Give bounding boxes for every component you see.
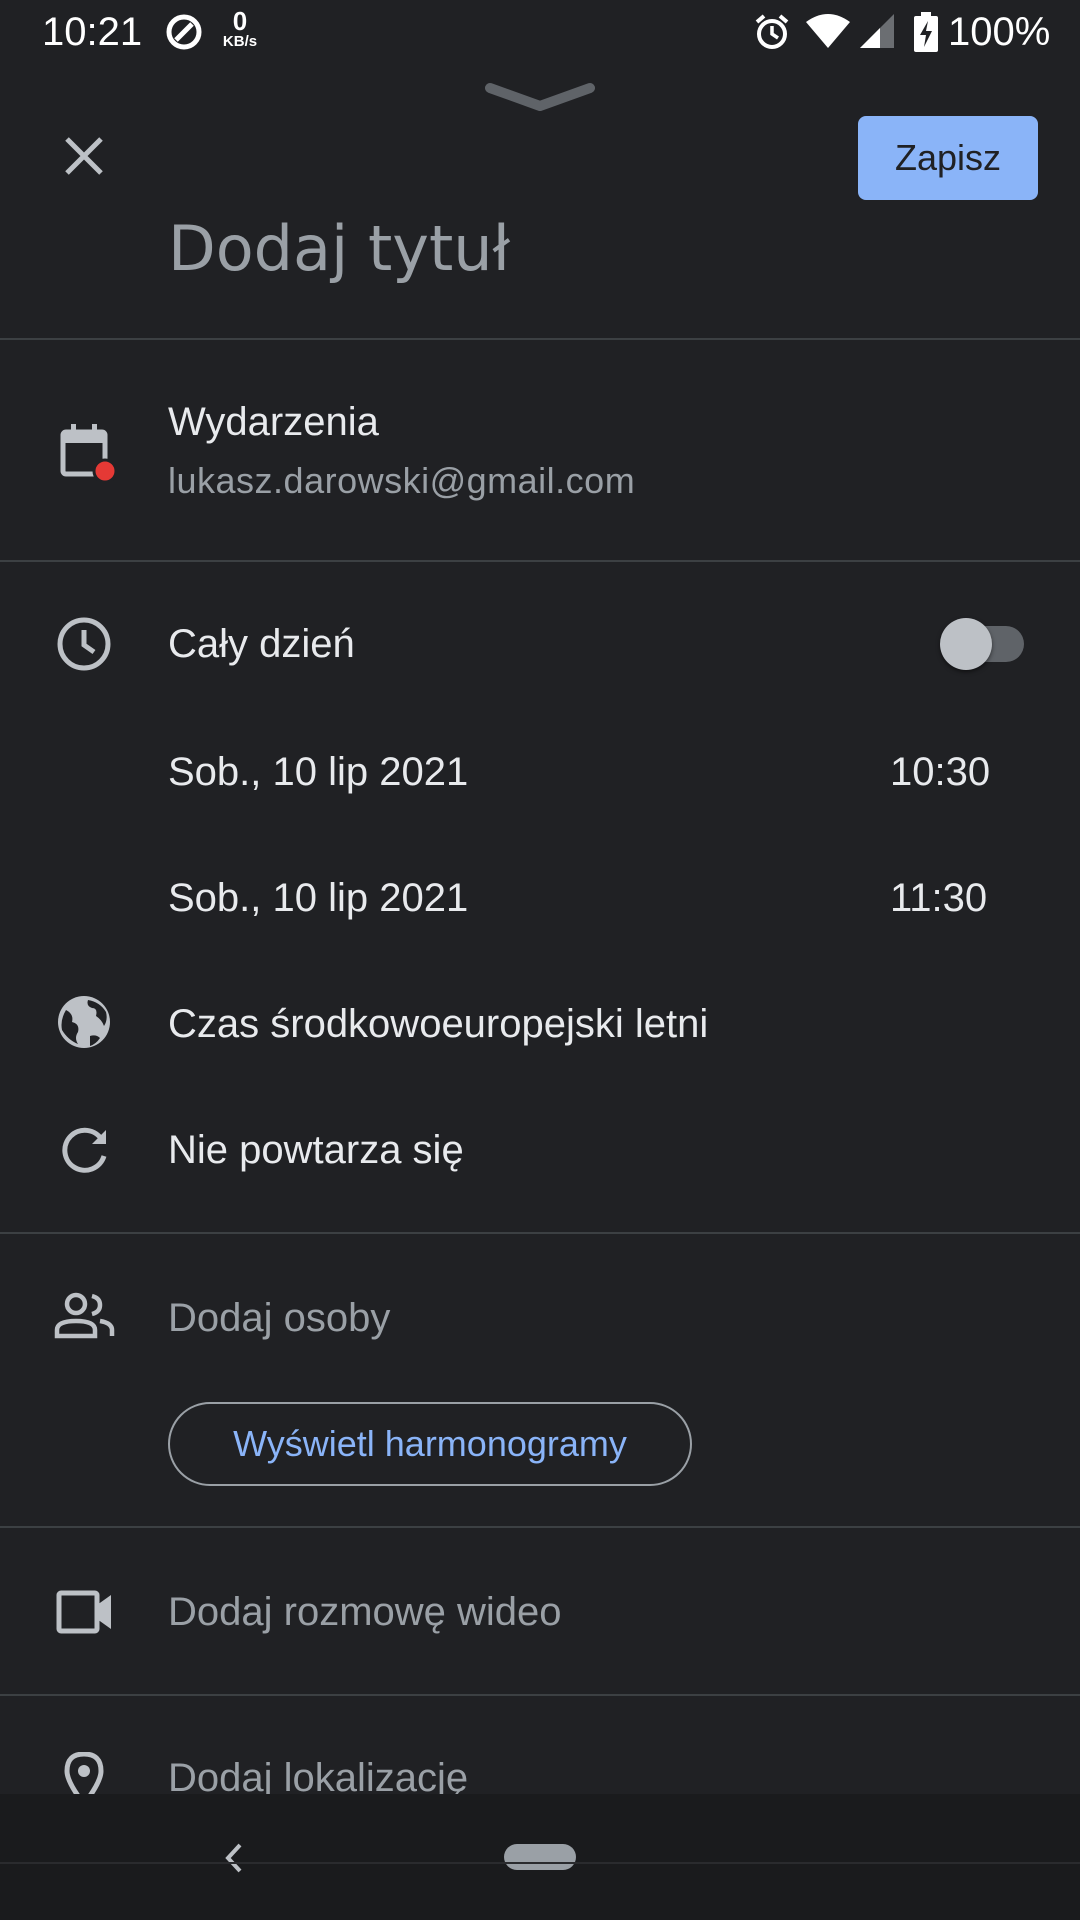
- add-location-row[interactable]: Dodaj lokalizację: [0, 1700, 1080, 1794]
- status-time: 10:21: [42, 10, 143, 54]
- divider: [0, 1694, 1080, 1696]
- start-time[interactable]: 10:30: [890, 750, 990, 795]
- all-day-row[interactable]: Cały dzień: [0, 580, 1080, 708]
- home-pill[interactable]: [504, 1844, 576, 1870]
- calendar-account: lukasz.darowski@gmail.com: [168, 460, 636, 501]
- end-date[interactable]: Sob., 10 lip 2021: [168, 876, 468, 921]
- divider: [0, 1232, 1080, 1234]
- calendar-icon: [58, 422, 120, 489]
- divider: [0, 1862, 1080, 1864]
- globe-icon: [56, 994, 112, 1055]
- battery-percent: 100%: [948, 10, 1051, 54]
- battery-charging-icon: [914, 12, 938, 57]
- data-saver-icon: [164, 12, 204, 57]
- repeat-row[interactable]: Nie powtarza się: [0, 1086, 1080, 1210]
- clock-icon: [56, 616, 112, 677]
- timezone-row[interactable]: Czas środkowoeuropejski letni: [0, 960, 1080, 1084]
- divider: [0, 1526, 1080, 1528]
- collapse-handle-icon[interactable]: [484, 80, 596, 119]
- add-people-input: Dodaj osoby: [168, 1296, 391, 1340]
- repeat-icon: [60, 1124, 112, 1181]
- people-icon: [54, 1292, 116, 1345]
- back-icon[interactable]: [220, 1840, 248, 1881]
- start-date[interactable]: Sob., 10 lip 2021: [168, 750, 468, 795]
- add-location-input: Dodaj lokalizację: [168, 1756, 469, 1794]
- location-pin-icon: [62, 1751, 106, 1794]
- title-input[interactable]: Dodaj tytuł: [168, 212, 510, 285]
- calendar-selector[interactable]: Wydarzenia lukasz.darowski@gmail.com: [0, 340, 1080, 560]
- divider: [0, 560, 1080, 562]
- all-day-label: Cały dzień: [168, 622, 355, 666]
- repeat-label: Nie powtarza się: [168, 1128, 464, 1172]
- end-time[interactable]: 11:30: [890, 876, 987, 921]
- add-video-call-row[interactable]: Dodaj rozmowę wideo: [0, 1540, 1080, 1680]
- alarm-icon: [752, 12, 792, 57]
- timezone-label: Czas środkowoeuropejski letni: [168, 1002, 709, 1046]
- close-icon[interactable]: [62, 134, 106, 183]
- all-day-toggle-knob[interactable]: [940, 618, 992, 670]
- calendar-name: Wydarzenia: [168, 400, 379, 444]
- view-schedules-button[interactable]: Wyświetl harmonogramy: [168, 1402, 692, 1486]
- wifi-icon: [806, 12, 850, 55]
- signal-icon: [858, 12, 896, 55]
- video-camera-icon: [56, 1590, 114, 1639]
- save-button[interactable]: Zapisz: [858, 116, 1038, 200]
- add-video-call-input: Dodaj rozmowę wideo: [168, 1590, 562, 1634]
- add-people-row[interactable]: Dodaj osoby: [0, 1252, 1080, 1382]
- status-bar: 10:21 0 KB/s 100%: [0, 0, 1080, 64]
- network-speed: 0 KB/s: [222, 6, 258, 50]
